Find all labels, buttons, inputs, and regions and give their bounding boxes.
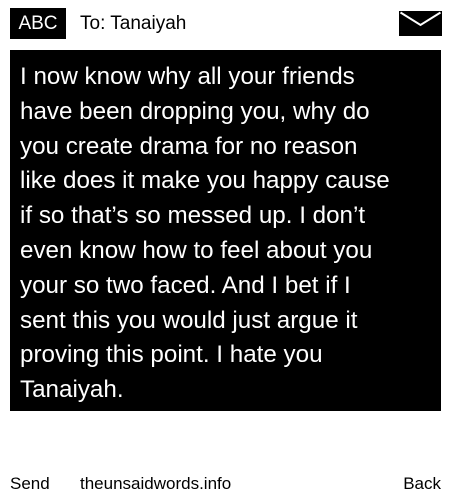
message-line: your so two faced. And I bet if I xyxy=(20,271,351,299)
site-credit-label: theunsaidwords.info xyxy=(80,474,232,493)
message-line: I now know why all your friends xyxy=(20,63,355,90)
message-line: if so that’s so messed up. I don’t xyxy=(20,202,366,230)
recipient-label[interactable]: To: Tanaiyah xyxy=(80,8,186,39)
envelope-icon xyxy=(399,11,442,36)
message-line: even know how to feel about you xyxy=(20,236,373,264)
message-line: proving this point. I hate you xyxy=(20,341,323,369)
message-line: sent this you would just argue it xyxy=(20,306,358,334)
message-line: Tanaiyah. xyxy=(20,376,124,404)
message-text: I now know why all your friends have been… xyxy=(20,60,433,408)
message-line: you create drama for no reason xyxy=(20,132,358,160)
softkey-bar: Send theunsaidwords.info Back xyxy=(0,470,450,500)
send-button[interactable]: Send xyxy=(10,470,50,498)
input-mode-badge[interactable]: ABC xyxy=(10,8,66,39)
phone-screen: ABC To: Tanaiyah I now know why all your… xyxy=(0,0,450,500)
message-line: like does it make you happy cause xyxy=(20,167,390,195)
back-button[interactable]: Back xyxy=(403,470,441,498)
message-body[interactable]: I now know why all your friends have been… xyxy=(10,50,441,411)
compose-header: ABC To: Tanaiyah xyxy=(0,0,450,46)
message-line: have been dropping you, why do xyxy=(20,97,370,125)
